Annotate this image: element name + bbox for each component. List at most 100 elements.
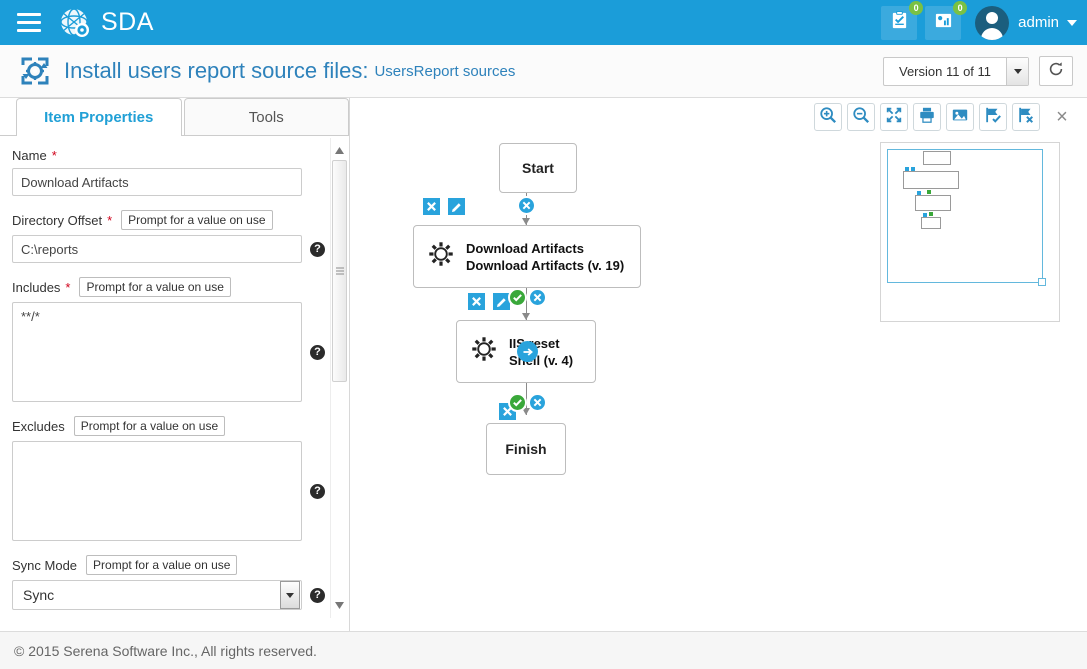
- deploy-process-icon: [18, 54, 52, 88]
- save-workflow-button[interactable]: [979, 103, 1007, 131]
- report-chart-icon: [934, 11, 953, 35]
- reports-button[interactable]: 0: [925, 0, 968, 40]
- field-includes-label: Includes: [12, 279, 61, 295]
- close-icon[interactable]: ×: [1049, 104, 1075, 130]
- fit-to-screen-button[interactable]: [880, 103, 908, 131]
- node-finish-label: Finish: [505, 441, 547, 457]
- export-image-button[interactable]: [946, 103, 974, 131]
- tab-tools[interactable]: Tools: [183, 98, 349, 136]
- minimap-markers: [911, 167, 915, 171]
- save-flag-icon: [984, 106, 1002, 129]
- zoom-out-button[interactable]: [847, 103, 875, 131]
- minimap-node-start: [923, 151, 951, 165]
- fit-to-screen-icon: [885, 106, 903, 129]
- field-directory-offset-label-row: Directory Offset * Prompt for a value on…: [12, 210, 350, 230]
- node-start-label: Start: [522, 160, 554, 176]
- minimap[interactable]: [880, 142, 1060, 322]
- canvas-toolbar: ×: [814, 103, 1075, 131]
- globe-gear-logo-icon: [58, 6, 92, 40]
- user-menu-chevron-down-icon[interactable]: [1067, 19, 1077, 26]
- minimap-markers: [929, 212, 933, 216]
- minimap-resize-handle[interactable]: [1038, 278, 1046, 286]
- node-download-artifacts-subtitle: Download Artifacts (v. 19): [466, 257, 625, 273]
- minimap-markers: [927, 190, 931, 194]
- directory-offset-help-icon[interactable]: ?: [310, 241, 325, 257]
- print-button[interactable]: [913, 103, 941, 131]
- directory-offset-prompt-chip[interactable]: Prompt for a value on use: [121, 210, 273, 230]
- field-includes-label-row: Includes * Prompt for a value on use: [12, 277, 350, 297]
- excludes-help-icon[interactable]: ?: [310, 483, 325, 499]
- arrow-right-icon[interactable]: [517, 341, 538, 362]
- page-header: Install users report source files: Users…: [0, 45, 1087, 98]
- node-download-artifacts[interactable]: Download Artifacts Download Artifacts (v…: [413, 225, 641, 288]
- field-name-required: *: [51, 148, 57, 163]
- topbar-actions: 0 0 admin: [873, 0, 1087, 45]
- node-start[interactable]: Start: [499, 143, 577, 193]
- properties-scrollbar[interactable]: [330, 138, 347, 618]
- excludes-prompt-chip[interactable]: Prompt for a value on use: [73, 416, 226, 436]
- includes-help-icon[interactable]: ?: [310, 344, 325, 360]
- top-navigation-bar: SDA 0 0 admin: [0, 0, 1087, 45]
- check-circle-icon-finish[interactable]: [508, 393, 527, 412]
- page-title: Install users report source files:: [64, 58, 369, 83]
- tab-item-properties[interactable]: Item Properties: [16, 98, 182, 137]
- includes-textarea[interactable]: [12, 302, 302, 402]
- copyright-text: © 2015 Serena Software Inc., All rights …: [14, 642, 317, 659]
- field-directory-offset-required: *: [107, 212, 113, 228]
- zoom-in-button[interactable]: [814, 103, 842, 131]
- scroll-up-arrow-icon[interactable]: [331, 142, 348, 159]
- clipboard-check-icon: [890, 10, 909, 35]
- sync-mode-select[interactable]: Sync: [12, 580, 302, 610]
- minimap-markers: [905, 167, 909, 171]
- brand[interactable]: SDA: [58, 6, 154, 40]
- node-finish[interactable]: Finish: [486, 423, 566, 475]
- add-step-x-icon[interactable]: [517, 196, 536, 215]
- tab-item-properties-label: Item Properties: [44, 109, 154, 126]
- approvals-button[interactable]: 0: [881, 0, 924, 40]
- includes-prompt-chip[interactable]: Prompt for a value on use: [79, 277, 231, 297]
- user-avatar-icon[interactable]: [975, 5, 1010, 40]
- name-input[interactable]: [12, 168, 302, 196]
- minimap-node-download-artifacts: [903, 171, 959, 189]
- sync-mode-help-icon[interactable]: ?: [310, 587, 325, 603]
- field-excludes: Excludes Prompt for a value on use ?: [12, 416, 350, 541]
- field-directory-offset: Directory Offset * Prompt for a value on…: [12, 210, 350, 263]
- add-step-x-icon-finish[interactable]: [528, 393, 547, 412]
- username-label: admin: [1018, 14, 1059, 31]
- sync-mode-chevron-down-icon[interactable]: [280, 581, 300, 609]
- refresh-icon: [1047, 60, 1065, 83]
- page-header-actions: Version 11 of 11: [883, 56, 1087, 86]
- check-circle-icon-iis[interactable]: [508, 288, 527, 307]
- delete-x-icon-iis[interactable]: [466, 291, 487, 312]
- directory-offset-input[interactable]: [12, 235, 302, 263]
- field-sync-mode: Sync Mode Prompt for a value on use Sync…: [12, 555, 350, 610]
- version-select-label: Version 11 of 11: [898, 63, 992, 79]
- print-icon: [918, 106, 936, 129]
- discard-workflow-button[interactable]: [1012, 103, 1040, 131]
- node-download-artifacts-title: Download Artifacts: [466, 240, 584, 256]
- field-sync-mode-label: Sync Mode: [12, 557, 78, 573]
- connector-arrow-1: [522, 218, 530, 225]
- hamburger-menu-icon[interactable]: [6, 0, 52, 45]
- reports-badge: 0: [953, 0, 968, 15]
- excludes-textarea[interactable]: [12, 441, 302, 541]
- scrollbar-thumb[interactable]: [332, 160, 347, 382]
- tab-tools-label: Tools: [248, 109, 284, 126]
- page-subtitle: UsersReport sources: [374, 62, 516, 80]
- gear-icon: [426, 239, 456, 274]
- panel-tabs: Item Properties Tools: [0, 98, 349, 137]
- approvals-badge: 0: [909, 0, 924, 15]
- version-select-chevron-down-icon[interactable]: [1006, 57, 1028, 85]
- edit-pencil-icon-download[interactable]: [446, 196, 467, 217]
- brand-name: SDA: [101, 8, 154, 36]
- scroll-down-arrow-icon[interactable]: [331, 597, 348, 614]
- refresh-button[interactable]: [1039, 56, 1073, 86]
- version-select[interactable]: Version 11 of 11: [883, 56, 1029, 86]
- workflow-canvas[interactable]: × Start Download Artifacts Download Arti…: [351, 98, 1087, 631]
- delete-x-icon-download[interactable]: [421, 196, 442, 217]
- zoom-in-icon: [819, 106, 837, 129]
- add-step-x-icon-iis[interactable]: [528, 288, 547, 307]
- field-sync-mode-label-row: Sync Mode Prompt for a value on use: [12, 555, 350, 575]
- sync-mode-prompt-chip[interactable]: Prompt for a value on use: [86, 555, 238, 575]
- minimap-markers: [917, 191, 921, 195]
